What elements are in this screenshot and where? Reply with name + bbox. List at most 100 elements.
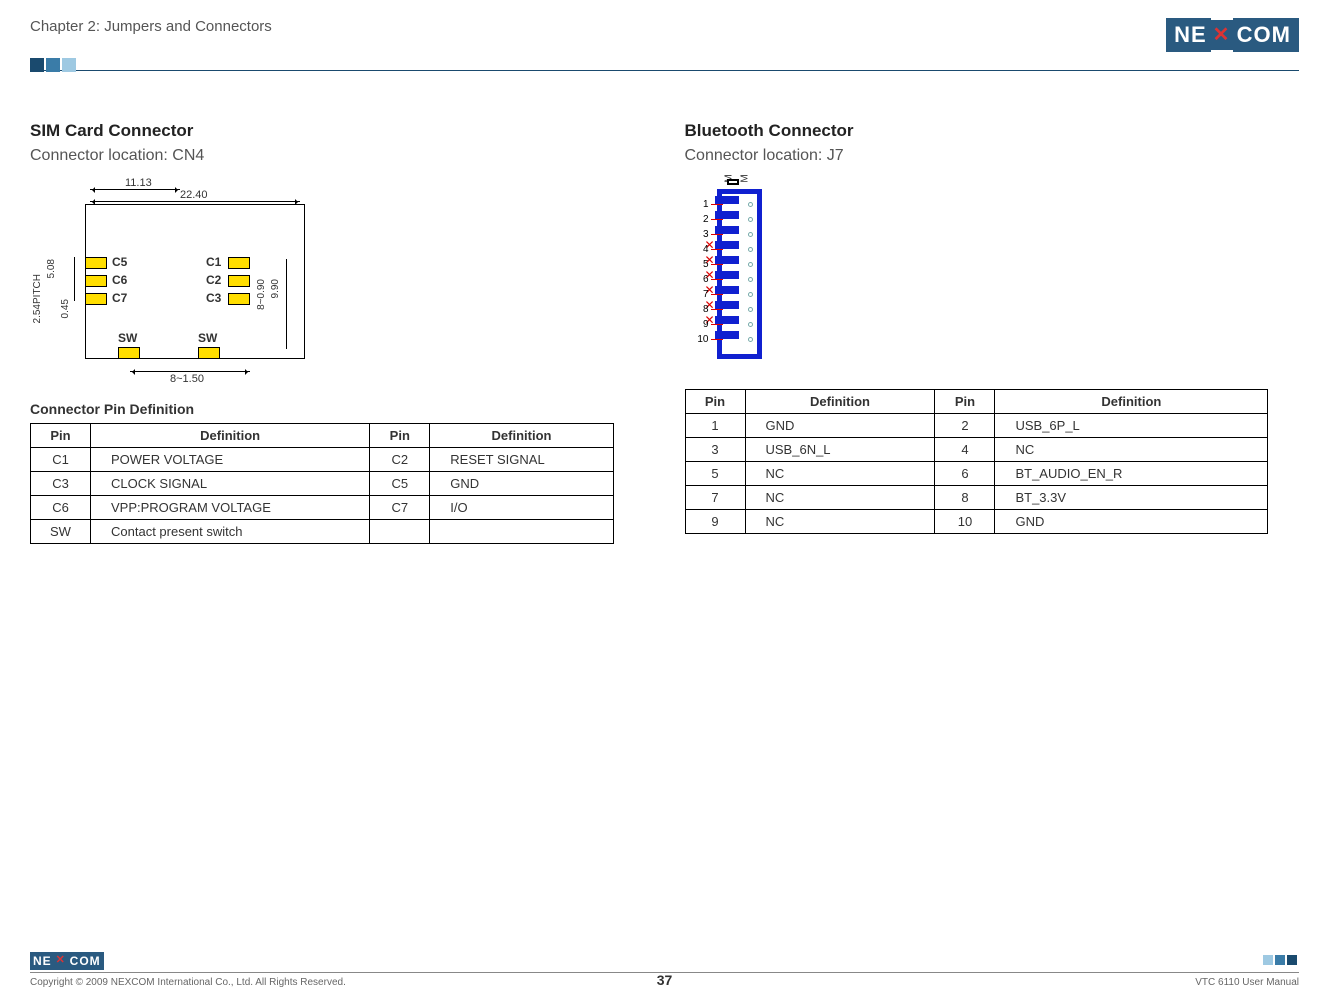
bt-pin-number: 1 [695,199,711,210]
brand-logo: NE COM [1166,18,1299,52]
cell [430,520,613,544]
cell: 4 [935,438,995,462]
cell: GND [745,414,935,438]
bt-pin-hole-icon [748,292,753,297]
content-columns: SIM Card Connector Connector location: C… [30,121,1299,544]
bt-finger [715,196,739,204]
pad-c2-label: C2 [206,273,221,287]
bt-pin-number: 10 [695,334,711,345]
cell: 1 [685,414,745,438]
pad-sw-left [118,347,140,359]
th-pin: Pin [685,390,745,414]
bt-pin-number: 2 [695,214,711,225]
pad-sw-left-label: SW [118,331,137,345]
brand-text-right: COM [67,952,104,970]
bt-pin-number: 9 [695,319,711,330]
sim-title: SIM Card Connector [30,121,645,141]
bt-finger [715,301,739,309]
cell: GND [995,510,1268,534]
cell: SW [31,520,91,544]
bt-pin-hole-icon [748,337,753,342]
cell: 7 [685,486,745,510]
header-bar: Chapter 2: Jumpers and Connectors NE COM [30,18,1299,52]
bt-mark: M [739,174,750,182]
bt-notch-icon [727,179,739,185]
bt-pin-hole-icon [748,322,753,327]
bt-pin-hole-icon [748,307,753,312]
th-pin: Pin [31,424,91,448]
dim-bottom: 8~1.50 [170,373,204,385]
table-row: 1 GND 2 USB_6P_L [685,414,1268,438]
bt-finger [715,211,739,219]
pad-c5 [85,257,107,269]
pad-c3-label: C3 [206,291,221,305]
dim-line [74,257,75,301]
cell: RESET SIGNAL [430,448,613,472]
pad-sw-right [198,347,220,359]
cell: 8 [935,486,995,510]
th-pin: Pin [935,390,995,414]
footer-manual: VTC 6110 User Manual [1195,977,1299,988]
bt-pin-hole-icon [748,262,753,267]
cell: NC [745,486,935,510]
pad-c7 [85,293,107,305]
cell: 9 [685,510,745,534]
sim-location: Connector location: CN4 [30,147,645,165]
footer: NE COM Copyright © 2009 NEXCOM Internati… [0,952,1329,1002]
header-rule [30,70,1299,71]
cell: C1 [31,448,91,472]
footer-copyright: Copyright © 2009 NEXCOM International Co… [30,977,346,988]
cell: CLOCK SIGNAL [91,472,370,496]
cell: POWER VOLTAGE [91,448,370,472]
bt-location: Connector location: J7 [685,147,1300,165]
bt-table-body: 1 GND 2 USB_6P_L 3 USB_6N_L 4 NC 5 NC [685,414,1268,534]
dim-line [90,201,300,202]
bt-pin-hole-icon [748,232,753,237]
sim-pin-table: Pin Definition Pin Definition C1 POWER V… [30,423,614,544]
pad-c2 [228,275,250,287]
bt-finger [715,286,739,294]
cell: USB_6N_L [745,438,935,462]
table-row: 9 NC 10 GND [685,510,1268,534]
cell: 2 [935,414,995,438]
cell: C5 [370,472,430,496]
brand-text-right: COM [1233,18,1299,52]
pad-c3 [228,293,250,305]
cell: USB_6P_L [995,414,1268,438]
dim-line [90,189,180,190]
chapter-title: Chapter 2: Jumpers and Connectors [30,18,272,35]
brand-text-left: NE [30,952,55,970]
dim-line [286,259,287,349]
table-row: 7 NC 8 BT_3.3V [685,486,1268,510]
cell: GND [430,472,613,496]
th-def: Definition [91,424,370,448]
bt-pin-hole-icon [748,247,753,252]
sim-table-body: C1 POWER VOLTAGE C2 RESET SIGNAL C3 CLOC… [31,448,614,544]
cell: C2 [370,448,430,472]
table-row: C6 VPP:PROGRAM VOLTAGE C7 I/O [31,496,614,520]
table-row: C3 CLOCK SIGNAL C5 GND [31,472,614,496]
th-def: Definition [745,390,935,414]
bt-diagram: M M 123✕4✕5✕6✕7✕8✕910 [695,179,785,369]
cell: C7 [370,496,430,520]
pad-c5-label: C5 [112,255,127,269]
bt-finger [715,271,739,279]
th-def: Definition [430,424,613,448]
bt-finger [715,241,739,249]
cell [370,520,430,544]
footer-squares-icon [1263,952,1299,970]
dim-left-h: 5.08 [46,259,57,278]
dim-right-outer: 9.90 [270,279,281,298]
pad-c6 [85,275,107,287]
cell: Contact present switch [91,520,370,544]
cell: BT_3.3V [995,486,1268,510]
pad-c7-label: C7 [112,291,127,305]
cell: 3 [685,438,745,462]
page: Chapter 2: Jumpers and Connectors NE COM… [0,0,1329,1002]
cell: 5 [685,462,745,486]
bt-pin-table: Pin Definition Pin Definition 1 GND 2 US… [685,389,1269,534]
brand-text-left: NE [1166,18,1211,52]
cell: C3 [31,472,91,496]
pad-c1 [228,257,250,269]
cell: BT_AUDIO_EN_R [995,462,1268,486]
